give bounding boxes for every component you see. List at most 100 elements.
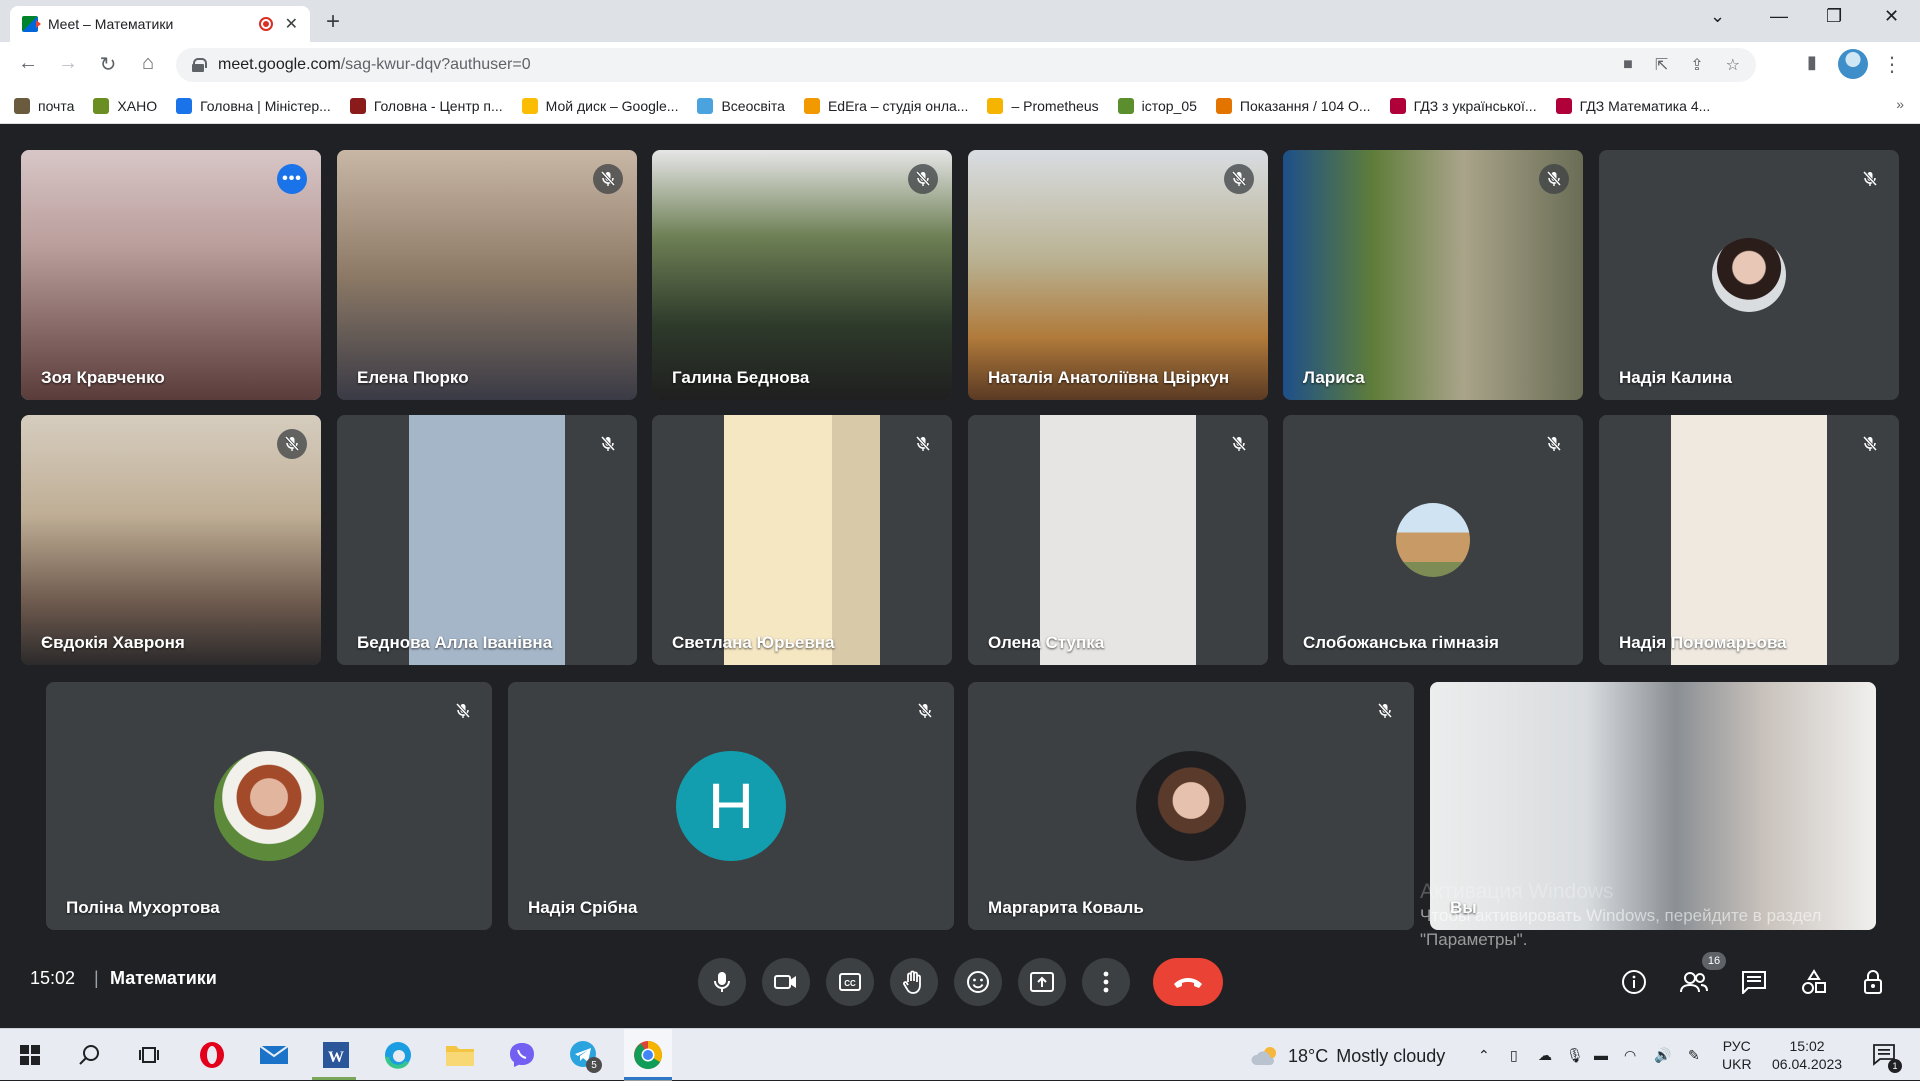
weather-widget[interactable]: 18°C Mostly cloudy — [1250, 1045, 1445, 1067]
present-button[interactable] — [1018, 958, 1066, 1006]
edge-app[interactable] — [382, 1039, 414, 1071]
participant-tile[interactable]: Н Надія Срібна — [508, 682, 954, 930]
notifications-button[interactable]: 1 — [1868, 1039, 1902, 1073]
onedrive-icon[interactable]: ☁ — [1538, 1047, 1552, 1064]
close-window-button[interactable]: ✕ — [1884, 6, 1899, 27]
address-bar[interactable]: meet.google.com/sag-kwur-dqv?authuser=0 … — [176, 48, 1756, 82]
participant-tile[interactable]: Лариса — [1283, 150, 1583, 400]
bookmark-item[interactable]: Показання / 104 О... — [1215, 97, 1371, 114]
more-bookmarks-icon[interactable]: » — [1896, 96, 1904, 112]
participant-tile[interactable]: Олена Ступка — [968, 415, 1268, 665]
bookmark-item[interactable]: істор_05 — [1117, 97, 1197, 114]
bookmark-icon — [521, 97, 538, 114]
reload-button[interactable]: ↻ — [94, 52, 122, 77]
opera-app[interactable] — [196, 1039, 228, 1071]
participant-avatar — [214, 751, 324, 861]
file-explorer-app[interactable] — [444, 1039, 476, 1071]
forward-button[interactable]: → — [54, 52, 82, 75]
maximize-button[interactable]: ❐ — [1826, 6, 1842, 27]
participant-tile[interactable]: Слобожанська гімназія — [1283, 415, 1583, 665]
bookmark-item[interactable]: Мой диск – Google... — [521, 97, 678, 114]
profile-avatar[interactable] — [1838, 49, 1868, 79]
leave-call-button[interactable] — [1153, 958, 1223, 1006]
bookmark-item[interactable]: Всеосвіта — [697, 97, 785, 114]
bookmark-item[interactable]: ХАНО — [93, 97, 157, 114]
participant-tile[interactable]: Светлана Юрьевна — [652, 415, 952, 665]
mail-app[interactable] — [258, 1039, 290, 1071]
start-button[interactable] — [14, 1039, 46, 1071]
wifi-icon[interactable]: ◠ — [1624, 1047, 1636, 1064]
volume-icon[interactable]: 🔊 — [1654, 1047, 1671, 1064]
pen-icon[interactable]: ✎ — [1688, 1047, 1700, 1064]
meeting-details-button[interactable] — [1620, 968, 1648, 996]
input-language[interactable]: РУС UKR — [1722, 1037, 1752, 1073]
viber-app[interactable] — [506, 1039, 538, 1071]
participant-tile[interactable]: ••• Зоя Кравченко — [21, 150, 321, 400]
tile-options-button[interactable]: ••• — [277, 164, 307, 194]
captions-icon: CC — [839, 973, 861, 991]
camera-in-use-icon[interactable]: ■ — [1623, 56, 1633, 74]
participant-tile[interactable]: Наталія Анатоліївна Цвіркун — [968, 150, 1268, 400]
share-icon[interactable]: ⇪ — [1690, 55, 1703, 75]
bookmarks-bar: почта ХАНО Головна | Міністер... Головна - … — [0, 88, 1920, 124]
captions-button[interactable]: CC — [826, 958, 874, 1006]
participant-tile[interactable]: Беднова Алла Іванівна — [337, 415, 637, 665]
tab-search-icon[interactable]: ⌄ — [1710, 6, 1725, 27]
show-hidden-icons[interactable]: ⌃ — [1478, 1047, 1490, 1064]
usb-icon[interactable]: ▯ — [1510, 1047, 1518, 1064]
participant-name: Надія Калина — [1619, 368, 1732, 387]
bookmark-label: Всеосвіта — [721, 97, 785, 114]
participant-tile[interactable]: Надія Калина — [1599, 150, 1899, 400]
bookmark-item[interactable]: Головна - Центр п... — [349, 97, 503, 114]
microphone-in-use-icon[interactable]: 🎙 — [1566, 1047, 1584, 1064]
muted-indicator — [1539, 429, 1569, 459]
camera-button[interactable] — [762, 958, 810, 1006]
taskbar-clock[interactable]: 15:02 06.04.2023 — [1772, 1037, 1842, 1073]
lock-icon[interactable] — [192, 58, 207, 72]
search-button[interactable] — [74, 1039, 106, 1071]
bookmark-icon — [1389, 97, 1406, 114]
url-host: meet.google.com — [218, 56, 341, 73]
telegram-app[interactable]: 5 — [568, 1039, 602, 1073]
bookmark-item[interactable]: Головна | Міністер... — [176, 97, 331, 114]
battery-icon[interactable]: ▬ — [1594, 1047, 1608, 1063]
word-app[interactable]: W — [320, 1039, 352, 1071]
raise-hand-button[interactable] — [890, 958, 938, 1006]
people-button[interactable] — [1680, 968, 1708, 996]
bookmark-icon — [987, 97, 1004, 114]
more-options-button[interactable] — [1082, 958, 1130, 1006]
minimize-button[interactable]: — — [1770, 6, 1788, 27]
participant-tile[interactable]: Маргарита Коваль — [968, 682, 1414, 930]
browser-tab[interactable]: Meet – Математики ✕ — [10, 6, 310, 42]
bookmark-item[interactable]: EdEra – студія онла... — [803, 97, 968, 114]
participant-video — [968, 150, 1268, 400]
mic-off-icon — [600, 436, 616, 452]
chrome-app[interactable] — [632, 1039, 664, 1071]
task-view-button[interactable] — [134, 1039, 166, 1071]
bookmark-icon — [93, 97, 110, 114]
bookmark-item[interactable]: – Prometheus — [987, 97, 1099, 114]
chat-button[interactable] — [1740, 968, 1768, 996]
host-controls-button[interactable] — [1860, 968, 1888, 996]
bookmark-item[interactable]: ГДЗ з української... — [1389, 97, 1537, 114]
bookmark-item[interactable]: ГДЗ Математика 4... — [1555, 97, 1710, 114]
home-button[interactable]: ⌂ — [134, 52, 162, 75]
participant-tile[interactable]: Галина Беднова — [652, 150, 952, 400]
participant-tile[interactable]: Поліна Мухортова — [46, 682, 492, 930]
side-panel-icon[interactable]: ▮ — [1798, 52, 1826, 73]
participant-video — [1283, 150, 1583, 400]
participant-tile[interactable]: Елена Пюрко — [337, 150, 637, 400]
browser-menu-icon[interactable]: ⋮ — [1882, 52, 1902, 77]
open-in-new-icon[interactable]: ⇱ — [1655, 55, 1668, 75]
muted-indicator — [277, 429, 307, 459]
bookmark-item[interactable]: почта — [14, 97, 74, 114]
new-tab-button[interactable]: + — [326, 8, 340, 36]
back-button[interactable]: ← — [14, 52, 42, 75]
bookmark-star-icon[interactable]: ☆ — [1726, 55, 1740, 75]
microphone-button[interactable] — [698, 958, 746, 1006]
close-tab-icon[interactable]: ✕ — [285, 14, 298, 34]
activities-button[interactable] — [1800, 968, 1828, 996]
participant-tile[interactable]: Євдокія Хавроня — [21, 415, 321, 665]
reactions-button[interactable] — [954, 958, 1002, 1006]
participant-tile[interactable]: Надія Пономарьова — [1599, 415, 1899, 665]
